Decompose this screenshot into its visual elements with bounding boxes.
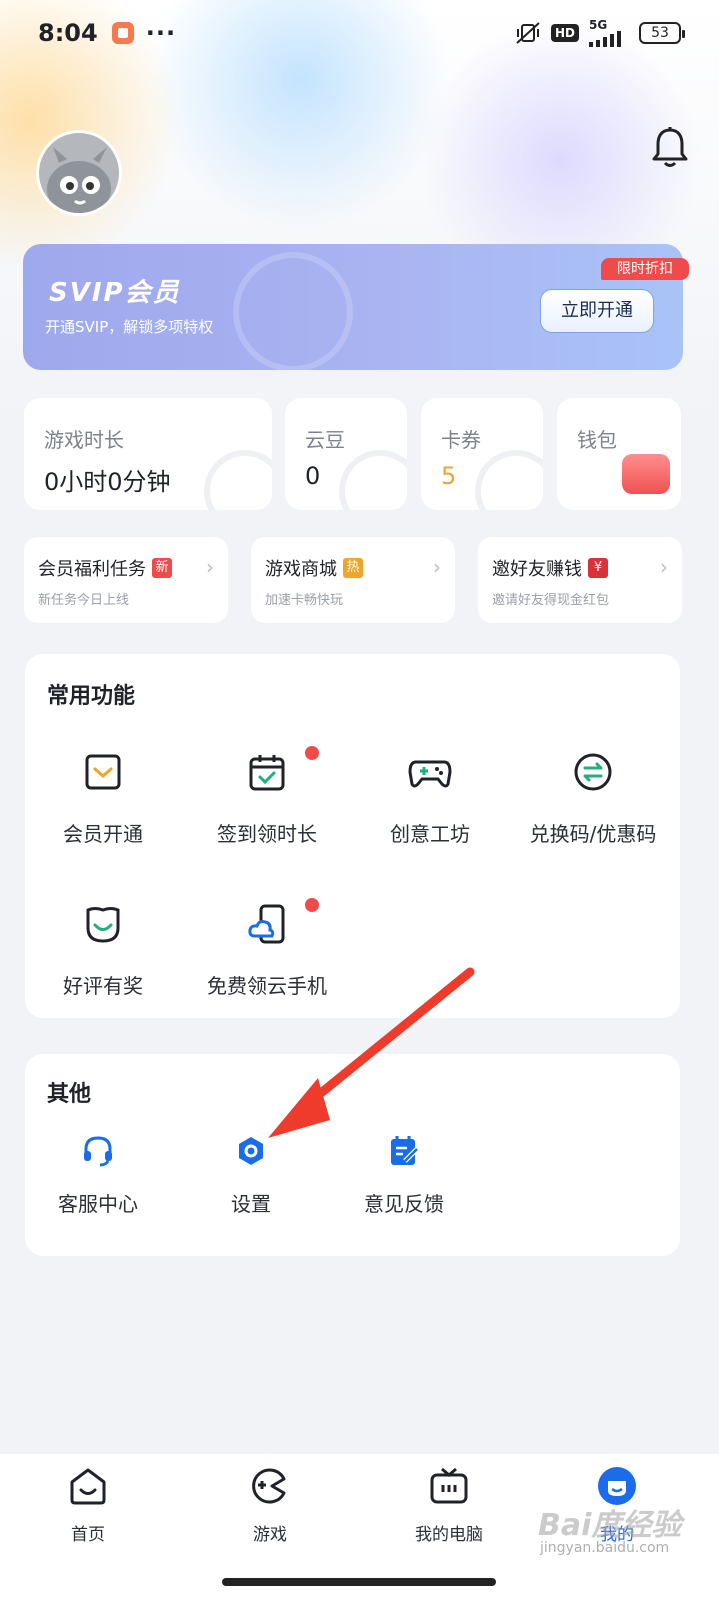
stat-value: 5 (441, 462, 457, 490)
cloud-phone-icon (248, 904, 285, 944)
chevron-right-icon: › (206, 555, 214, 579)
feature-label: 兑换码/优惠码 (529, 822, 657, 846)
vibrate-mute-icon (516, 22, 540, 44)
headset-icon (84, 1136, 112, 1167)
stat-value: 0 (305, 462, 321, 490)
avatar[interactable] (36, 130, 122, 216)
promo-subtitle: 加速卡畅快玩 (265, 593, 344, 608)
promo-title: 会员福利任务 (38, 559, 146, 580)
nav-label: 首页 (71, 1525, 105, 1545)
other-label: 设置 (231, 1192, 271, 1216)
red-envelope-icon: ¥ (588, 558, 608, 578)
other-label: 意见反馈 (364, 1192, 444, 1216)
feature-workshop[interactable]: 创意工坊 (355, 752, 505, 847)
stat-label: 钱包 (577, 428, 617, 452)
other-panel: 其他 客服中心 设置 意见反馈 (25, 1054, 680, 1256)
promo-game-store[interactable]: 游戏商城 热 加速卡畅快玩 › (251, 537, 455, 623)
discount-tag: 限时折扣 (601, 258, 689, 280)
chevron-right-icon: › (660, 555, 668, 579)
promo-subtitle: 新任务今日上线 (38, 593, 130, 608)
promo-member-tasks[interactable]: 会员福利任务 新 新任务今日上线 › (24, 537, 228, 623)
notification-dot (305, 746, 319, 760)
common-functions-panel: 常用功能 会员开通 签到领时长 创意工坊 兑换码/优惠码 好评有奖 免费领云手机 (25, 654, 680, 1018)
nav-home[interactable]: 首页 (28, 1466, 148, 1545)
clock-decoration-icon (233, 252, 353, 370)
svip-title: SVIP会员 (49, 278, 181, 308)
settings-icon (239, 1137, 263, 1165)
ticket-decoration-icon (475, 450, 543, 510)
nav-my-pc[interactable]: 我的电脑 (389, 1466, 509, 1545)
promo-invite-friends[interactable]: 邀好友赚钱 ¥ 邀请好友得现金红包 › (478, 537, 682, 623)
feature-label: 好评有奖 (63, 974, 143, 998)
stat-card-playtime[interactable]: 游戏时长 0小时0分钟 (24, 398, 272, 510)
hot-badge: 热 (343, 558, 363, 578)
other-feedback[interactable]: 意见反馈 (344, 1134, 464, 1217)
promo-title: 游戏商城 (265, 559, 337, 580)
notification-dot (305, 898, 319, 912)
hd-badge: HD (550, 24, 579, 42)
bean-decoration-icon (339, 450, 407, 510)
signal-icon (589, 31, 621, 47)
section-title: 其他 (47, 1082, 92, 1107)
vip-card-icon (85, 754, 121, 790)
tv-icon (430, 1467, 468, 1504)
other-settings[interactable]: 设置 (191, 1134, 311, 1217)
app-notification-icon (111, 22, 134, 44)
other-label: 客服中心 (58, 1192, 138, 1216)
home-icon (70, 1468, 106, 1505)
feature-label: 签到领时长 (217, 822, 317, 846)
battery-indicator: 53 (639, 22, 685, 44)
nav-label: 我的电脑 (415, 1525, 483, 1545)
feature-checkin[interactable]: 签到领时长 (192, 746, 342, 847)
calendar-check-icon (249, 755, 285, 791)
more-notifications-icon: ··· (145, 19, 177, 47)
network-type-label: 5G (589, 18, 608, 32)
wallet-icon (622, 454, 670, 494)
stat-card-coupons[interactable]: 卡券 5 (421, 398, 543, 510)
chevron-right-icon: › (433, 555, 441, 579)
promo-title: 邀好友赚钱 (492, 559, 582, 580)
gamepad-decoration-icon (204, 450, 272, 510)
nav-label: 游戏 (253, 1525, 287, 1545)
exchange-icon (574, 753, 612, 791)
feature-review-reward[interactable]: 好评有奖 (28, 904, 178, 999)
status-indicators: HD 5G 53 (515, 18, 685, 47)
notification-bell-icon[interactable] (650, 126, 690, 170)
gamepad-icon (408, 760, 452, 788)
feature-vip[interactable]: 会员开通 (28, 752, 178, 847)
feature-label: 免费领云手机 (207, 974, 327, 998)
status-bar: 8:04 ··· HD 5G 53 (0, 0, 719, 66)
feature-label: 会员开通 (63, 822, 143, 846)
feature-label: 创意工坊 (390, 822, 470, 846)
watermark-logo: Bai度经验 (538, 1508, 682, 1543)
game-icon (252, 1468, 286, 1504)
section-title: 常用功能 (47, 684, 136, 709)
stat-label: 云豆 (305, 428, 345, 452)
feature-cloud-phone[interactable]: 免费领云手机 (192, 898, 342, 999)
stat-label: 卡券 (441, 428, 481, 452)
feedback-icon (391, 1136, 419, 1165)
promo-subtitle: 邀请好友得现金红包 (492, 593, 610, 608)
svip-subtitle: 开通SVIP，解锁多项特权 (45, 318, 214, 336)
svip-banner[interactable]: SVIP会员 开通SVIP，解锁多项特权 立即开通 (23, 244, 683, 370)
other-customer-service[interactable]: 客服中心 (38, 1134, 158, 1217)
stat-label: 游戏时长 (44, 428, 124, 452)
stat-value: 0小时0分钟 (44, 468, 171, 496)
svip-open-button[interactable]: 立即开通 (540, 289, 654, 333)
status-time: 8:04 (38, 19, 98, 47)
feature-redeem-code[interactable]: 兑换码/优惠码 (518, 752, 668, 847)
smile-bag-icon (86, 907, 120, 943)
stat-card-cloud-beans[interactable]: 云豆 0 (285, 398, 407, 510)
nav-games[interactable]: 游戏 (210, 1466, 330, 1545)
new-badge: 新 (152, 558, 172, 578)
home-indicator[interactable] (222, 1578, 496, 1586)
watermark-url: jingyan.baidu.com (540, 1540, 670, 1556)
